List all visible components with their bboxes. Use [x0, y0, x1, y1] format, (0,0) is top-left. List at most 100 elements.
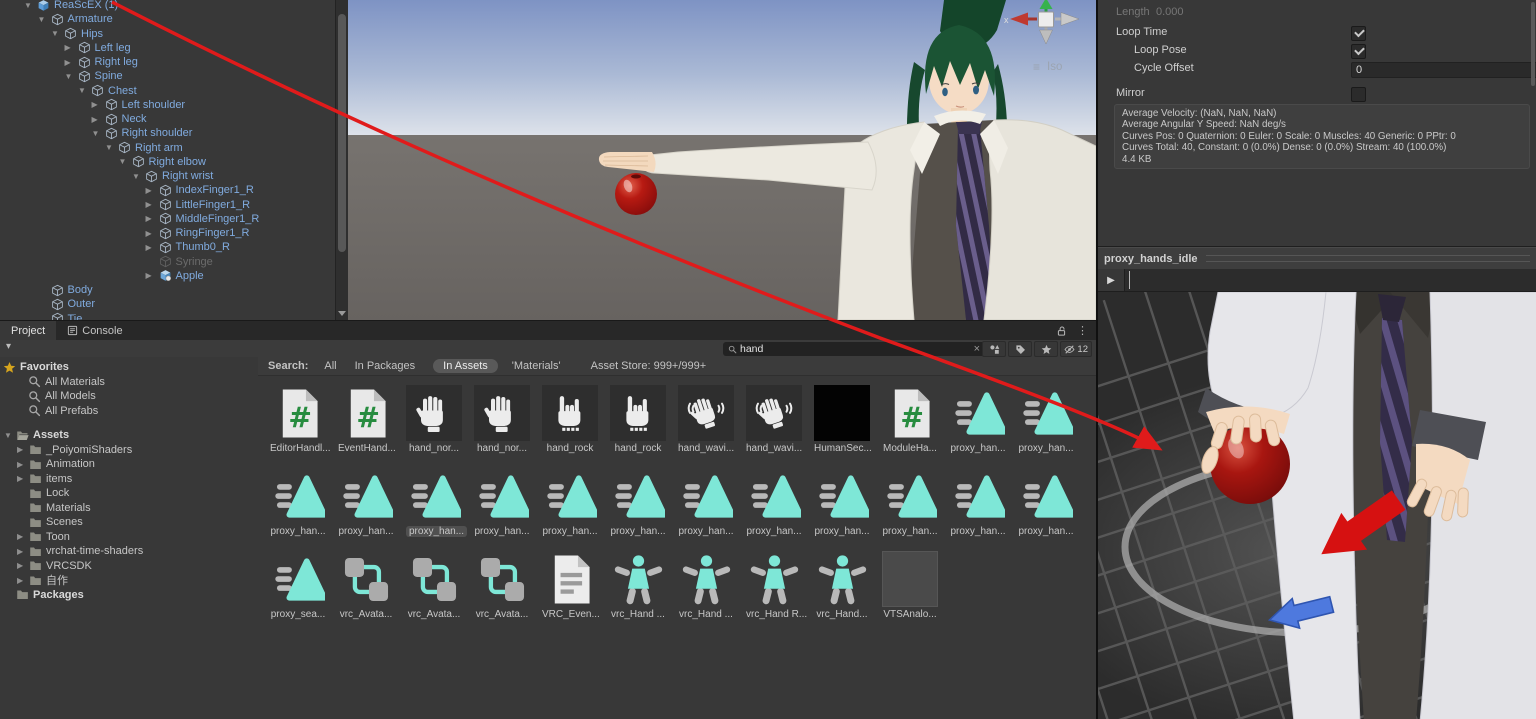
tab-project[interactable]: Project	[0, 321, 57, 340]
loop-pose-checkbox[interactable]	[1351, 44, 1366, 59]
asset-tile[interactable]: proxy_han...	[610, 468, 666, 538]
expand-arrow-icon[interactable]	[92, 115, 105, 124]
hierarchy-item[interactable]: Syringe	[0, 255, 348, 269]
folder-item[interactable]: items	[0, 472, 258, 487]
hierarchy-item[interactable]: Thumb0_R	[0, 240, 348, 254]
asset-tile[interactable]: hand_rock	[610, 385, 666, 455]
asset-tile[interactable]: vrc_Hand...	[814, 551, 870, 621]
hierarchy-item[interactable]: Left shoulder	[0, 98, 348, 112]
mirror-checkbox[interactable]	[1351, 87, 1366, 102]
asset-tile[interactable]: vrc_Avata...	[338, 551, 394, 621]
asset-tile[interactable]: EditorHandl...	[270, 385, 331, 455]
asset-tile[interactable]: vrc_Hand ...	[678, 551, 734, 621]
asset-tile[interactable]: hand_rock	[542, 385, 598, 455]
asset-tile[interactable]: proxy_han...	[678, 468, 734, 538]
expand-arrow-icon[interactable]	[92, 100, 105, 109]
lock-icon[interactable]	[1056, 325, 1067, 337]
asset-tile[interactable]: proxy_han...	[746, 468, 802, 538]
scrollbar-thumb[interactable]	[338, 14, 346, 252]
apple-object[interactable]	[615, 173, 657, 215]
hierarchy-item[interactable]: Body	[0, 283, 348, 297]
expand-arrow-icon[interactable]	[17, 576, 29, 585]
asset-tile[interactable]: proxy_han...	[338, 468, 394, 538]
hierarchy-item[interactable]: IndexFinger1_R	[0, 183, 348, 197]
hierarchy-item[interactable]: Spine	[0, 69, 348, 83]
scope-in-packages[interactable]: In Packages	[355, 360, 416, 372]
folder-item[interactable]: Materials	[0, 501, 258, 516]
expand-arrow-icon[interactable]	[65, 43, 78, 52]
expand-arrow-icon[interactable]	[17, 561, 29, 570]
hierarchy-item[interactable]: Tie	[0, 312, 348, 320]
folder-item[interactable]: Assets	[0, 428, 258, 443]
scope-in-assets[interactable]: In Assets	[433, 359, 498, 373]
create-dropdown-icon[interactable]: ▾	[6, 341, 11, 352]
hierarchy-item[interactable]: Apple	[0, 269, 348, 283]
kebab-menu-icon[interactable]: ⋮	[1077, 324, 1088, 337]
timeline-playhead[interactable]	[1129, 271, 1130, 289]
loop-time-checkbox[interactable]	[1351, 26, 1366, 41]
asset-tile[interactable]: proxy_han...	[406, 468, 468, 538]
hierarchy-item[interactable]: Neck	[0, 112, 348, 126]
favorites-root[interactable]: Favorites	[0, 360, 258, 375]
favorites-item[interactable]: All Models	[0, 389, 258, 404]
expand-arrow-icon[interactable]	[17, 460, 29, 469]
asset-tile[interactable]: hand_wavi...	[746, 385, 802, 455]
expand-arrow-icon[interactable]	[146, 200, 159, 209]
asset-tile[interactable]: hand_nor...	[474, 385, 530, 455]
iso-label[interactable]: Iso	[1047, 61, 1062, 73]
expand-arrow-icon[interactable]	[17, 445, 29, 454]
animation-preview[interactable]	[1098, 292, 1536, 719]
folder-item[interactable]: Packages	[0, 588, 258, 603]
preview-header[interactable]: proxy_hands_idle	[1098, 247, 1536, 269]
expand-arrow-icon[interactable]	[146, 229, 159, 238]
search-by-type-button[interactable]	[982, 341, 1007, 357]
scope-all[interactable]: All	[324, 360, 336, 372]
scene-view[interactable]: x ≡ Iso	[348, 0, 1096, 320]
hierarchy-item[interactable]: Right arm	[0, 141, 348, 155]
asset-tile[interactable]: EventHand...	[338, 385, 396, 455]
save-search-button[interactable]	[1034, 341, 1059, 357]
asset-tile[interactable]: proxy_han...	[542, 468, 598, 538]
expand-arrow-icon[interactable]	[4, 431, 16, 440]
hierarchy-item[interactable]: Right leg	[0, 55, 348, 69]
asset-tile[interactable]: proxy_sea...	[270, 551, 326, 621]
folder-item[interactable]: Toon	[0, 530, 258, 545]
hierarchy-item[interactable]: Outer	[0, 297, 348, 311]
favorites-item[interactable]: All Materials	[0, 375, 258, 390]
expand-arrow-icon[interactable]	[65, 72, 78, 81]
asset-tile[interactable]: VTSAnalo...	[882, 551, 938, 621]
expand-arrow-icon[interactable]	[78, 86, 91, 95]
expand-arrow-icon[interactable]	[17, 547, 29, 556]
preview-canvas[interactable]	[1098, 292, 1536, 719]
hierarchy-item[interactable]: Left leg	[0, 41, 348, 55]
scroll-down-arrow-icon[interactable]	[338, 311, 346, 316]
hierarchy-item[interactable]: Hips	[0, 27, 348, 41]
asset-tile[interactable]: proxy_han...	[950, 385, 1006, 455]
hierarchy-item[interactable]: Armature	[0, 12, 348, 26]
hierarchy-item[interactable]: Right elbow	[0, 155, 348, 169]
asset-tile[interactable]: proxy_han...	[270, 468, 326, 538]
asset-tile[interactable]: ModuleHa...	[882, 385, 938, 455]
expand-arrow-icon[interactable]	[146, 243, 159, 252]
hierarchy-item[interactable]: Right wrist	[0, 169, 348, 183]
asset-tile[interactable]: proxy_han...	[1018, 385, 1074, 455]
folder-item[interactable]: Animation	[0, 457, 258, 472]
asset-tile[interactable]: proxy_han...	[950, 468, 1006, 538]
hidden-count-button[interactable]: 12	[1060, 341, 1092, 357]
hierarchy-scrollbar[interactable]	[335, 0, 348, 320]
expand-arrow-icon[interactable]	[17, 474, 29, 483]
search-input[interactable]	[740, 343, 969, 355]
hierarchy-item[interactable]: Chest	[0, 84, 348, 98]
hierarchy-item[interactable]: MiddleFinger1_R	[0, 212, 348, 226]
asset-tile[interactable]: HumanSec...	[814, 385, 872, 455]
gizmo-center-cube[interactable]	[1038, 11, 1054, 28]
expand-arrow-icon[interactable]	[51, 29, 64, 38]
folder-item[interactable]: vrchat-time-shaders	[0, 544, 258, 559]
expand-arrow-icon[interactable]	[65, 58, 78, 67]
expand-arrow-icon[interactable]	[146, 271, 159, 280]
asset-tile[interactable]: proxy_han...	[814, 468, 870, 538]
expand-arrow-icon[interactable]	[38, 15, 51, 24]
search-by-label-button[interactable]	[1008, 341, 1033, 357]
folder-item[interactable]: 自作	[0, 573, 258, 588]
asset-tile[interactable]: vrc_Hand R...	[746, 551, 807, 621]
